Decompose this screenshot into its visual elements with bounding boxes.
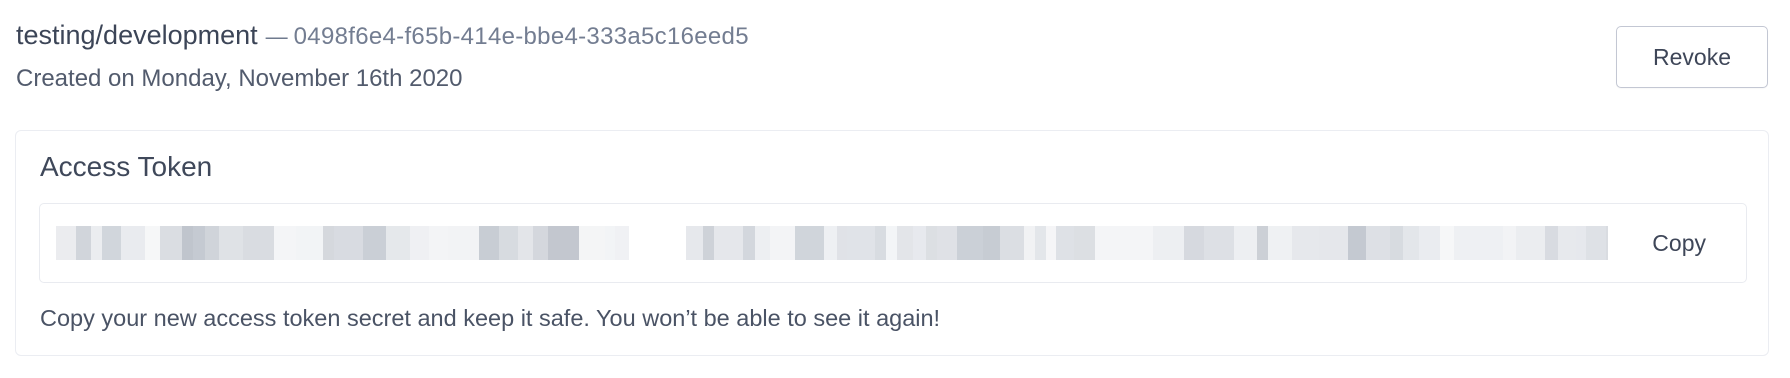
- card-title: Access Token: [40, 151, 213, 182]
- token-detail-page: testing/development — 0498f6e4-f65b-414e…: [0, 0, 1790, 378]
- help-text: Copy your new access token secret and ke…: [40, 305, 941, 331]
- access-token-card: Access Token Copy Copy your new access t…: [15, 130, 1769, 356]
- token-header: testing/development — 0498f6e4-f65b-414e…: [16, 20, 1576, 93]
- token-field: Copy: [39, 203, 1747, 283]
- token-name: testing/development: [16, 20, 258, 50]
- revoke-button[interactable]: Revoke: [1616, 26, 1768, 88]
- title-row: testing/development — 0498f6e4-f65b-414e…: [16, 20, 1576, 51]
- title-separator: —: [265, 24, 288, 49]
- token-id: 0498f6e4-f65b-414e-bbe4-333a5c16eed5: [293, 23, 749, 50]
- copy-button[interactable]: Copy: [1638, 220, 1720, 266]
- token-secret-redacted: [56, 226, 1608, 260]
- created-date: Created on Monday, November 16th 2020: [16, 65, 463, 92]
